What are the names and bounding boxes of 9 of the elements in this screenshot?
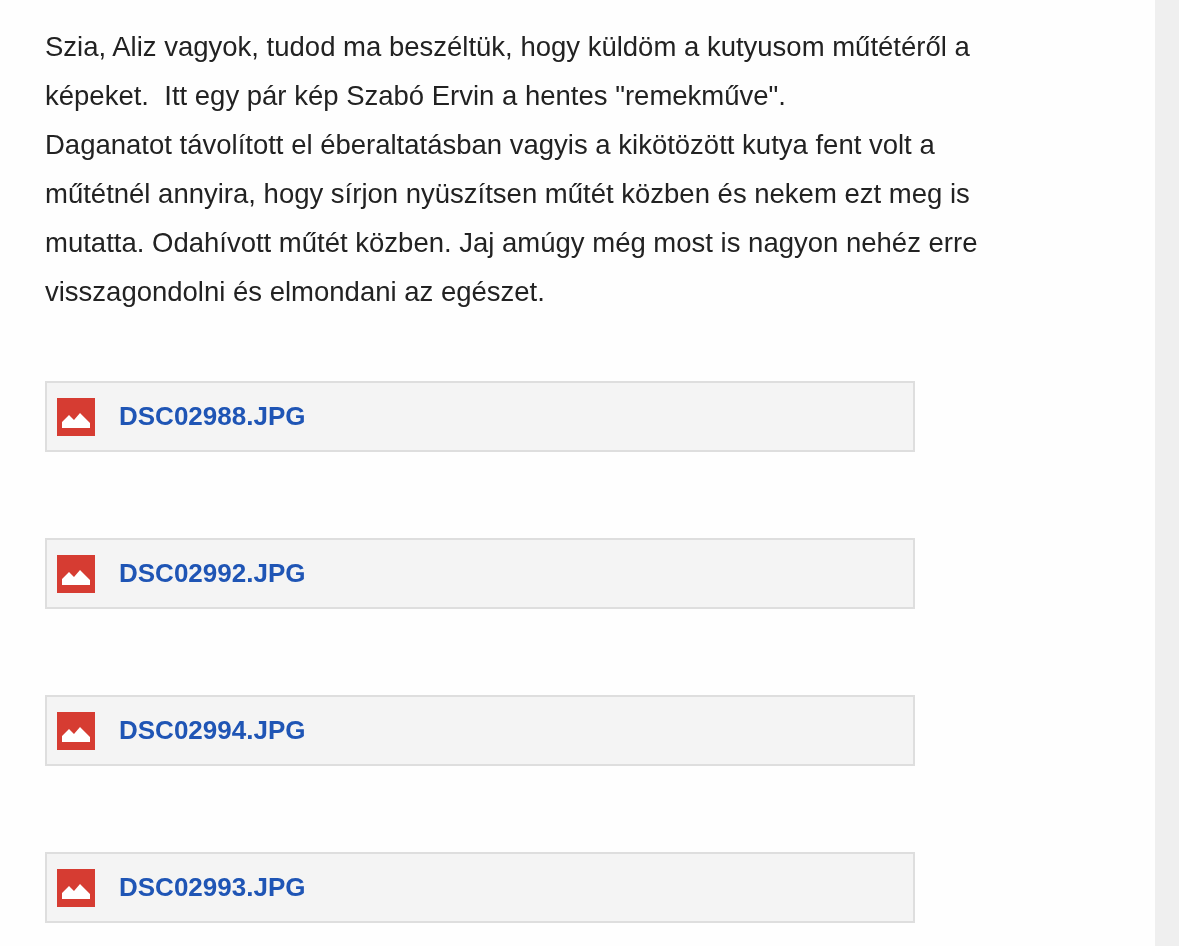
attachment-link[interactable]: DSC02994.JPG (119, 715, 306, 746)
attachment-link[interactable]: DSC02993.JPG (119, 872, 306, 903)
image-icon (57, 397, 95, 436)
image-icon (57, 554, 95, 593)
image-icon (57, 711, 95, 750)
attachment-link[interactable]: DSC02988.JPG (119, 401, 306, 432)
message-text: Szia, Aliz vagyok, tudod ma beszéltük, hogy küldöm a kutyusom műtétéről a képeket. Itt egy pár kép Szabó Ervin a hentes "remekműve". Daganatot távolított el éberaltatásban vagyis a kikötözött kutya fent volt a műtétnél annyira, hogy sírjon nyüszítsen műtét közben és nekem ezt meg is mutatta. Odahívott műtét közben. Jaj amúgy még most is nagyon nehéz erre visszagondolni és elmondani az egészet. (45, 30, 979, 309)
image-icon (57, 868, 95, 907)
attachment-link[interactable]: DSC02992.JPG (119, 558, 306, 589)
